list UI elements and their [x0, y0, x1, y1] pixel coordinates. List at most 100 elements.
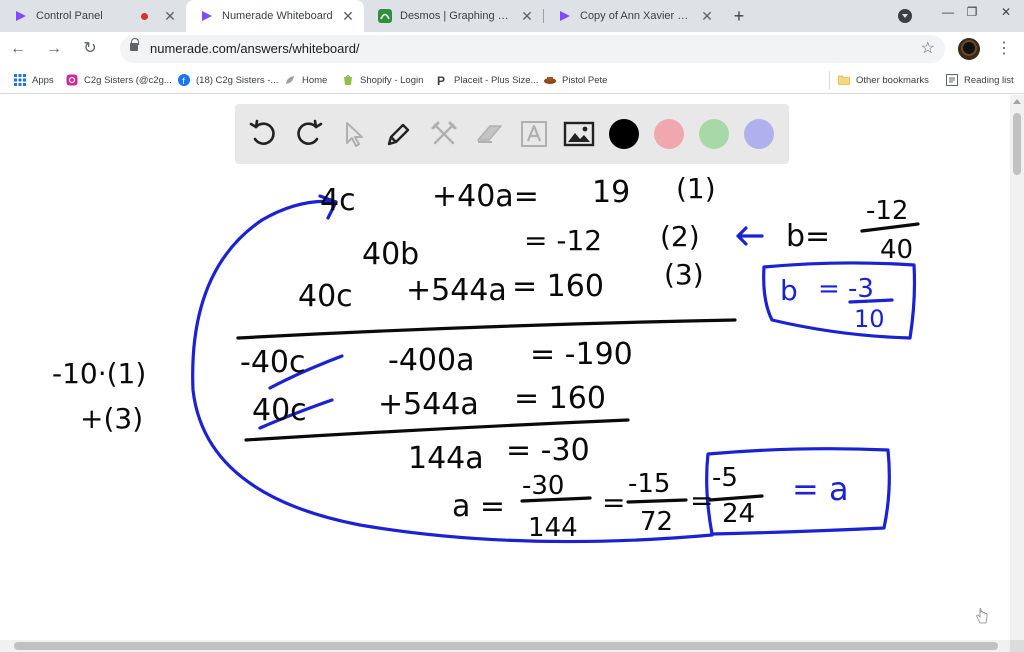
- image-button[interactable]: [563, 118, 595, 150]
- handwritten-term: 40c: [298, 279, 353, 314]
- handwriting-text: 4c +40a= 19 (1)40b = -12 (2) b=-124040c +544a = …: [52, 172, 913, 543]
- close-tab-icon[interactable]: ✕: [699, 8, 715, 24]
- bookmark-label: Shopify - Login: [360, 74, 424, 86]
- close-window-icon[interactable]: ✕: [994, 3, 1018, 21]
- bookmark-shopify[interactable]: Shopify - Login: [342, 71, 423, 89]
- bookmark-pistol-pete[interactable]: Pistol Pete: [544, 71, 607, 89]
- tab-strip: Control Panel ✕ Numerade Whiteboard ✕ De…: [0, 0, 1024, 32]
- handwritten-term: b: [780, 274, 798, 307]
- desmos-favicon-icon: [378, 9, 392, 23]
- handwritten-term: b=: [786, 219, 830, 254]
- handwritten-term: (2): [660, 220, 700, 253]
- shopify-icon: [344, 75, 352, 85]
- handwritten-term: 40c: [252, 393, 307, 428]
- color-swatch-black[interactable]: [609, 119, 639, 149]
- tab-title: Copy of Ann Xavier Gantert - A: [580, 10, 693, 22]
- scrollbar-corner: [1010, 640, 1024, 652]
- bookmark-home[interactable]: Home: [284, 71, 327, 89]
- bookmark-c2g-facebook[interactable]: f (18) C2g Sisters -...: [178, 71, 278, 89]
- eraser-button[interactable]: [473, 118, 505, 150]
- browser-window: Control Panel ✕ Numerade Whiteboard ✕ De…: [0, 0, 1024, 652]
- handwritten-term: = 160: [514, 381, 606, 416]
- redo-button[interactable]: [293, 118, 325, 150]
- color-swatch-pink[interactable]: [654, 119, 684, 149]
- bookmark-star-icon[interactable]: ☆: [921, 39, 935, 59]
- vertical-scroll-thumb[interactable]: [1013, 113, 1021, 175]
- restore-icon[interactable]: ❐: [960, 3, 984, 21]
- reading-list-button[interactable]: Reading list: [946, 71, 1014, 89]
- handwritten-term: 40b: [362, 237, 419, 272]
- horizontal-scrollbar[interactable]: [0, 640, 1010, 652]
- tab-copy-of-ann[interactable]: Copy of Ann Xavier Gantert - A ✕: [544, 0, 723, 32]
- tab-control-panel[interactable]: Control Panel ✕: [0, 0, 186, 32]
- numerade-favicon-icon: [560, 11, 570, 21]
- handwritten-term: -30: [522, 471, 564, 501]
- handwritten-term: 144: [528, 513, 578, 543]
- bookmark-apps[interactable]: Apps: [14, 71, 54, 89]
- kebab-menu-icon[interactable]: ⋮: [996, 38, 1012, 60]
- text-button[interactable]: [518, 118, 550, 150]
- vertical-scrollbar[interactable]: [1010, 95, 1024, 640]
- handwritten-term: -10·(1): [52, 357, 146, 390]
- bookmark-c2g-instagram[interactable]: C2g Sisters (@c2g...: [66, 71, 172, 89]
- numerade-favicon-icon: [16, 11, 26, 21]
- whiteboard-canvas[interactable]: 4c +40a= 19 (1)40b = -12 (2) b=-124040c +544a = …: [0, 95, 1010, 640]
- back-arrow-icon[interactable]: ←: [7, 38, 29, 60]
- handwritten-term: 24: [722, 499, 755, 529]
- recording-dot-icon: [141, 12, 148, 20]
- handwritten-term: 10: [854, 305, 885, 333]
- tab-title: Numerade Whiteboard: [222, 10, 333, 22]
- tab-desmos[interactable]: Desmos | Graphing Calculator ✕: [364, 0, 543, 32]
- handwritten-term: = -190: [530, 337, 633, 372]
- handwritten-term: -5: [712, 463, 738, 493]
- new-tab-button[interactable]: +: [729, 6, 749, 26]
- divider-line-1: [236, 318, 737, 340]
- handwritten-term: -12: [866, 196, 908, 226]
- scroll-up-arrow-icon[interactable]: [1013, 99, 1021, 104]
- handwritten-term: (3): [664, 258, 704, 291]
- profile-avatar[interactable]: [958, 38, 980, 60]
- handwritten-term: = -30: [506, 433, 590, 468]
- numerade-favicon-icon: [202, 11, 212, 21]
- reading-list-icon: [946, 74, 958, 86]
- reload-icon[interactable]: ↻: [79, 38, 101, 60]
- whiteboard-toolbar: [235, 104, 789, 164]
- pen-icon: [387, 123, 410, 146]
- close-tab-icon[interactable]: ✕: [162, 8, 178, 24]
- lock-icon: [130, 38, 139, 51]
- bookmarks-bar: Apps C2g Sisters (@c2g... f (18) C2g Sis…: [0, 66, 1024, 94]
- pointer-button[interactable]: [338, 118, 370, 150]
- browser-toolbar: ← → ↻ numerade.com/answers/whiteboard/ ☆…: [0, 32, 1024, 66]
- bookmark-label: Reading list: [964, 74, 1014, 86]
- bookmark-placeit[interactable]: P Placeit - Plus Size...: [436, 71, 538, 89]
- bookmark-other-bookmarks[interactable]: Other bookmarks: [838, 71, 929, 89]
- close-tab-icon[interactable]: ✕: [519, 8, 535, 24]
- minimize-icon[interactable]: —: [936, 3, 960, 21]
- hand-cursor-icon: [976, 608, 988, 624]
- handwritten-term: 19: [592, 175, 630, 210]
- handwritten-term: (1): [676, 172, 716, 205]
- forward-arrow-icon[interactable]: →: [43, 38, 65, 60]
- tab-search-icon[interactable]: [898, 9, 912, 23]
- handwritten-term: 144a: [408, 441, 484, 476]
- handwritten-term: = a: [792, 470, 849, 508]
- tab-title: Desmos | Graphing Calculator: [400, 10, 513, 22]
- redo-icon: [297, 119, 323, 145]
- bookmark-label: Home: [302, 74, 328, 86]
- handwritten-term: -400a: [388, 343, 474, 378]
- color-swatch-purple[interactable]: [744, 119, 774, 149]
- eraser-icon: [477, 125, 502, 143]
- address-bar[interactable]: numerade.com/answers/whiteboard/ ☆: [120, 35, 945, 63]
- close-tab-icon[interactable]: ✕: [340, 8, 356, 24]
- undo-button[interactable]: [247, 118, 279, 150]
- fraction-bar-a2: [626, 498, 688, 504]
- handwritten-term: +(3): [80, 402, 143, 435]
- tools-button[interactable]: [428, 118, 460, 150]
- color-swatch-green[interactable]: [699, 119, 729, 149]
- tools-icon: [431, 121, 457, 145]
- horizontal-scroll-thumb[interactable]: [14, 642, 998, 650]
- handwritten-term: +40a=: [432, 179, 539, 214]
- bookmark-label: Placeit - Plus Size...: [454, 74, 539, 86]
- tab-numerade-whiteboard[interactable]: Numerade Whiteboard ✕: [186, 0, 364, 32]
- pen-button[interactable]: [383, 118, 415, 150]
